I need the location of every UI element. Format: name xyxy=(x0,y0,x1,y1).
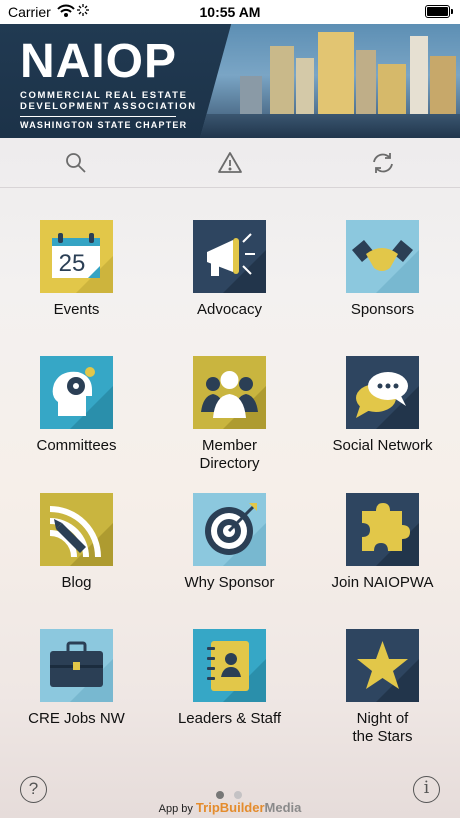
toolbar xyxy=(0,138,460,188)
battery-icon xyxy=(425,5,453,18)
tripbuilder-logo: TripBuilderMedia xyxy=(196,800,301,815)
tile-label: Social Network xyxy=(332,437,433,454)
calendar-icon: 25 xyxy=(40,220,113,293)
tile-label: Join NAIOPWA xyxy=(331,574,434,591)
help-button[interactable]: ? xyxy=(20,776,47,803)
logo-title: NAIOP xyxy=(20,35,178,88)
credit-prefix: App by xyxy=(158,803,193,815)
brand-part-a: TripBuilder xyxy=(195,800,265,815)
logo-divider xyxy=(20,116,176,117)
tile-label: Sponsors xyxy=(350,301,415,318)
handshake-icon xyxy=(346,220,419,293)
search-button[interactable] xyxy=(61,148,91,178)
menu-tile-leaders-staff[interactable]: Leaders & Staff xyxy=(153,629,306,728)
menu-tile-blog[interactable]: Blog xyxy=(0,493,153,592)
tile-label: Committees xyxy=(36,437,117,454)
refresh-button[interactable] xyxy=(368,148,398,178)
alerts-button[interactable] xyxy=(215,148,245,178)
naiop-logo: NAIOP COMMERCIAL REAL ESTATE DEVELOPMENT… xyxy=(20,38,197,130)
tile-label: Events xyxy=(53,301,100,318)
menu-tile-cre-jobs-nw[interactable]: CRE Jobs NW xyxy=(0,629,153,728)
credit-line: App by TripBuilderMedia xyxy=(0,800,460,815)
page-dot xyxy=(234,791,243,799)
info-button[interactable]: i xyxy=(413,776,440,803)
briefcase-icon xyxy=(40,629,113,702)
tile-label: Member Directory xyxy=(199,437,260,472)
menu-tile-events[interactable]: 25 Events xyxy=(0,220,153,319)
refresh-icon xyxy=(373,153,393,173)
megaphone-icon xyxy=(193,220,266,293)
tile-label: Advocacy xyxy=(196,301,263,318)
brand-part-b: Media xyxy=(264,800,302,815)
menu-tile-sponsors[interactable]: Sponsors xyxy=(306,220,459,319)
tile-label: Why Sponsor xyxy=(184,574,275,591)
logo-chapter: WASHINGTON STATE CHAPTER xyxy=(20,120,188,130)
tile-label: CRE Jobs NW xyxy=(28,710,125,727)
header-banner: NAIOP COMMERCIAL REAL ESTATE DEVELOPMENT… xyxy=(0,24,460,138)
menu-tile-member-directory[interactable]: Member Directory xyxy=(153,356,306,473)
menu-tile-night-of-the-stars[interactable]: Night of the Stars xyxy=(306,629,459,746)
tile-label: Leaders & Staff xyxy=(177,710,282,727)
menu-tile-advocacy[interactable]: Advocacy xyxy=(153,220,306,319)
menu-tile-social-network[interactable]: Social Network xyxy=(306,356,459,455)
city-skyline-image xyxy=(200,24,460,138)
status-time: 10:55 AM xyxy=(199,4,261,20)
svg-text:25: 25 xyxy=(59,250,86,277)
rss-pen-icon xyxy=(40,493,113,566)
chat-bubbles-icon xyxy=(346,356,419,429)
puzzle-icon xyxy=(346,493,419,566)
menu-tile-committees[interactable]: Committees xyxy=(0,356,153,455)
logo-subtitle-1: COMMERCIAL REAL ESTATE xyxy=(20,90,188,101)
target-icon xyxy=(193,493,266,566)
page-dot-active xyxy=(216,791,224,799)
people-icon xyxy=(193,356,266,429)
address-book-icon xyxy=(193,629,266,702)
status-bar: Carrier 10:55 AM xyxy=(0,0,460,24)
menu-tile-join-naiopwa[interactable]: Join NAIOPWA xyxy=(306,493,459,592)
tile-label: Blog xyxy=(61,574,92,591)
tile-label: Night of the Stars xyxy=(352,710,413,745)
menu-tile-why-sponsor[interactable]: Why Sponsor xyxy=(153,493,306,592)
star-icon xyxy=(346,629,419,702)
head-gears-icon xyxy=(40,356,113,429)
logo-subtitle-2: DEVELOPMENT ASSOCIATION xyxy=(20,101,197,112)
alert-triangle-icon xyxy=(218,152,242,173)
search-icon xyxy=(66,153,86,173)
